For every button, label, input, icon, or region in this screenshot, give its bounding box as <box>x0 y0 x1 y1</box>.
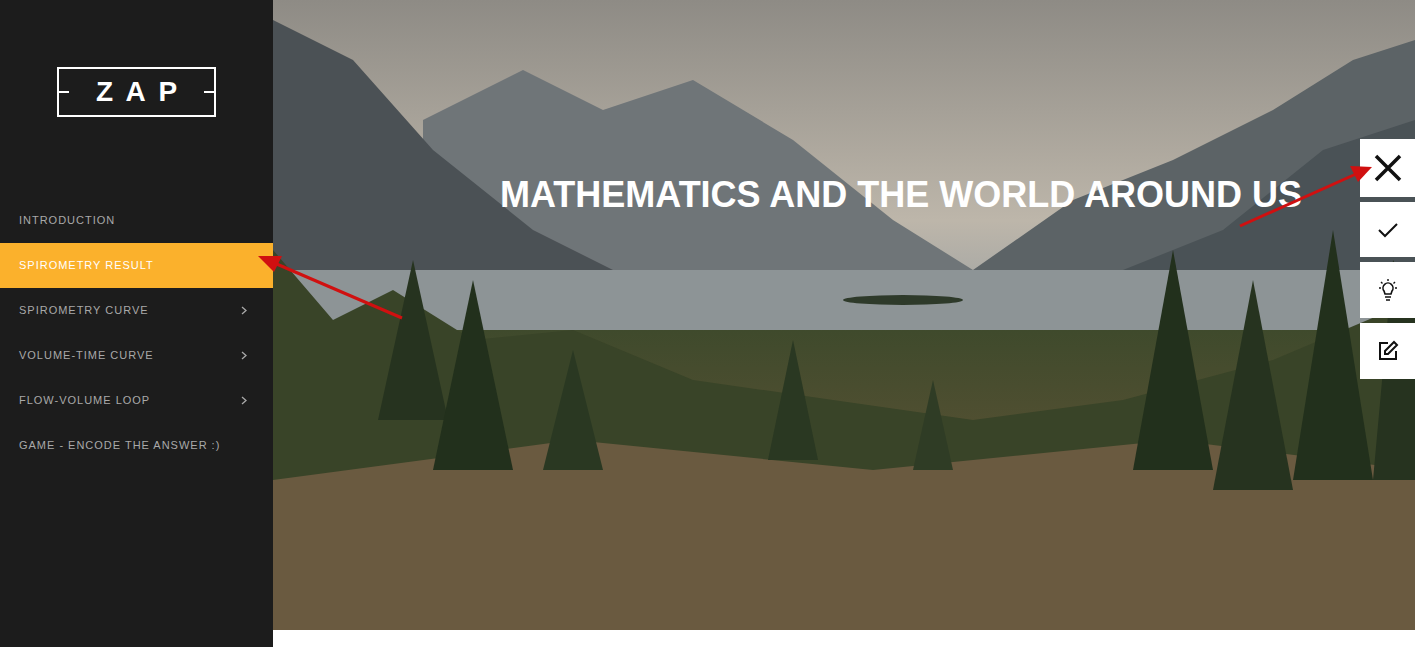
sidebar-item[interactable]: INTRODUCTION <box>0 198 273 243</box>
sidebar-item[interactable]: FLOW-VOLUME LOOP <box>0 378 273 423</box>
sidebar-item[interactable]: SPIROMETRY CURVE <box>0 288 273 333</box>
chevron-slot <box>241 351 247 360</box>
sidebar: ZAP INTRODUCTION SPIROMETRY RESULT SPIROMET… <box>0 0 273 647</box>
sidebar-menu: INTRODUCTION SPIROMETRY RESULT SPIROMETRY … <box>0 198 273 468</box>
logo[interactable]: ZAP <box>57 67 216 117</box>
logo-tick-right-line <box>204 91 216 93</box>
sidebar-item[interactable]: VOLUME-TIME CURVE <box>0 333 273 378</box>
main-content: MATHEMATICS AND THE WORLD AROUND US <box>273 0 1415 647</box>
logo-text: ZAP <box>83 78 189 106</box>
chevron-right-icon <box>241 396 247 405</box>
chevron-slot <box>241 216 247 225</box>
annotation-arrow-icon <box>0 0 1415 647</box>
logo-area: ZAP <box>0 0 273 198</box>
sidebar-item-label: SPIROMETRY CURVE <box>19 304 149 318</box>
chevron-right-icon <box>241 306 247 315</box>
check-icon <box>1377 221 1399 239</box>
hero: MATHEMATICS AND THE WORLD AROUND US <box>273 0 1415 630</box>
hero-title-row: MATHEMATICS AND THE WORLD AROUND US <box>273 172 1415 218</box>
edit-icon <box>1376 339 1400 363</box>
chevron-right-icon <box>241 351 247 360</box>
landscape-photo <box>273 0 1415 630</box>
edit-button[interactable] <box>1360 323 1415 379</box>
sidebar-item-label: GAME - ENCODE THE ANSWER :) <box>19 439 220 453</box>
sidebar-item-label: FLOW-VOLUME LOOP <box>19 394 150 408</box>
chevron-slot <box>241 306 247 315</box>
chevron-slot <box>241 441 247 450</box>
check-button[interactable] <box>1360 202 1415 257</box>
close-button[interactable] <box>1360 139 1415 197</box>
hero-title: MATHEMATICS AND THE WORLD AROUND US <box>500 172 1302 218</box>
sidebar-item[interactable]: SPIROMETRY RESULT <box>0 243 273 288</box>
tool-buttons <box>1360 139 1415 379</box>
sidebar-item[interactable]: GAME - ENCODE THE ANSWER :) <box>0 423 273 468</box>
close-icon <box>1373 153 1403 183</box>
sidebar-item-label: VOLUME-TIME CURVE <box>19 349 154 363</box>
sidebar-item-label: SPIROMETRY RESULT <box>19 259 154 273</box>
sidebar-item-label: INTRODUCTION <box>19 214 115 228</box>
chevron-slot <box>241 261 247 270</box>
hint-button[interactable] <box>1360 262 1415 318</box>
lightbulb-icon <box>1375 277 1401 303</box>
chevron-slot <box>241 396 247 405</box>
logo-tick-left-line <box>57 91 69 93</box>
